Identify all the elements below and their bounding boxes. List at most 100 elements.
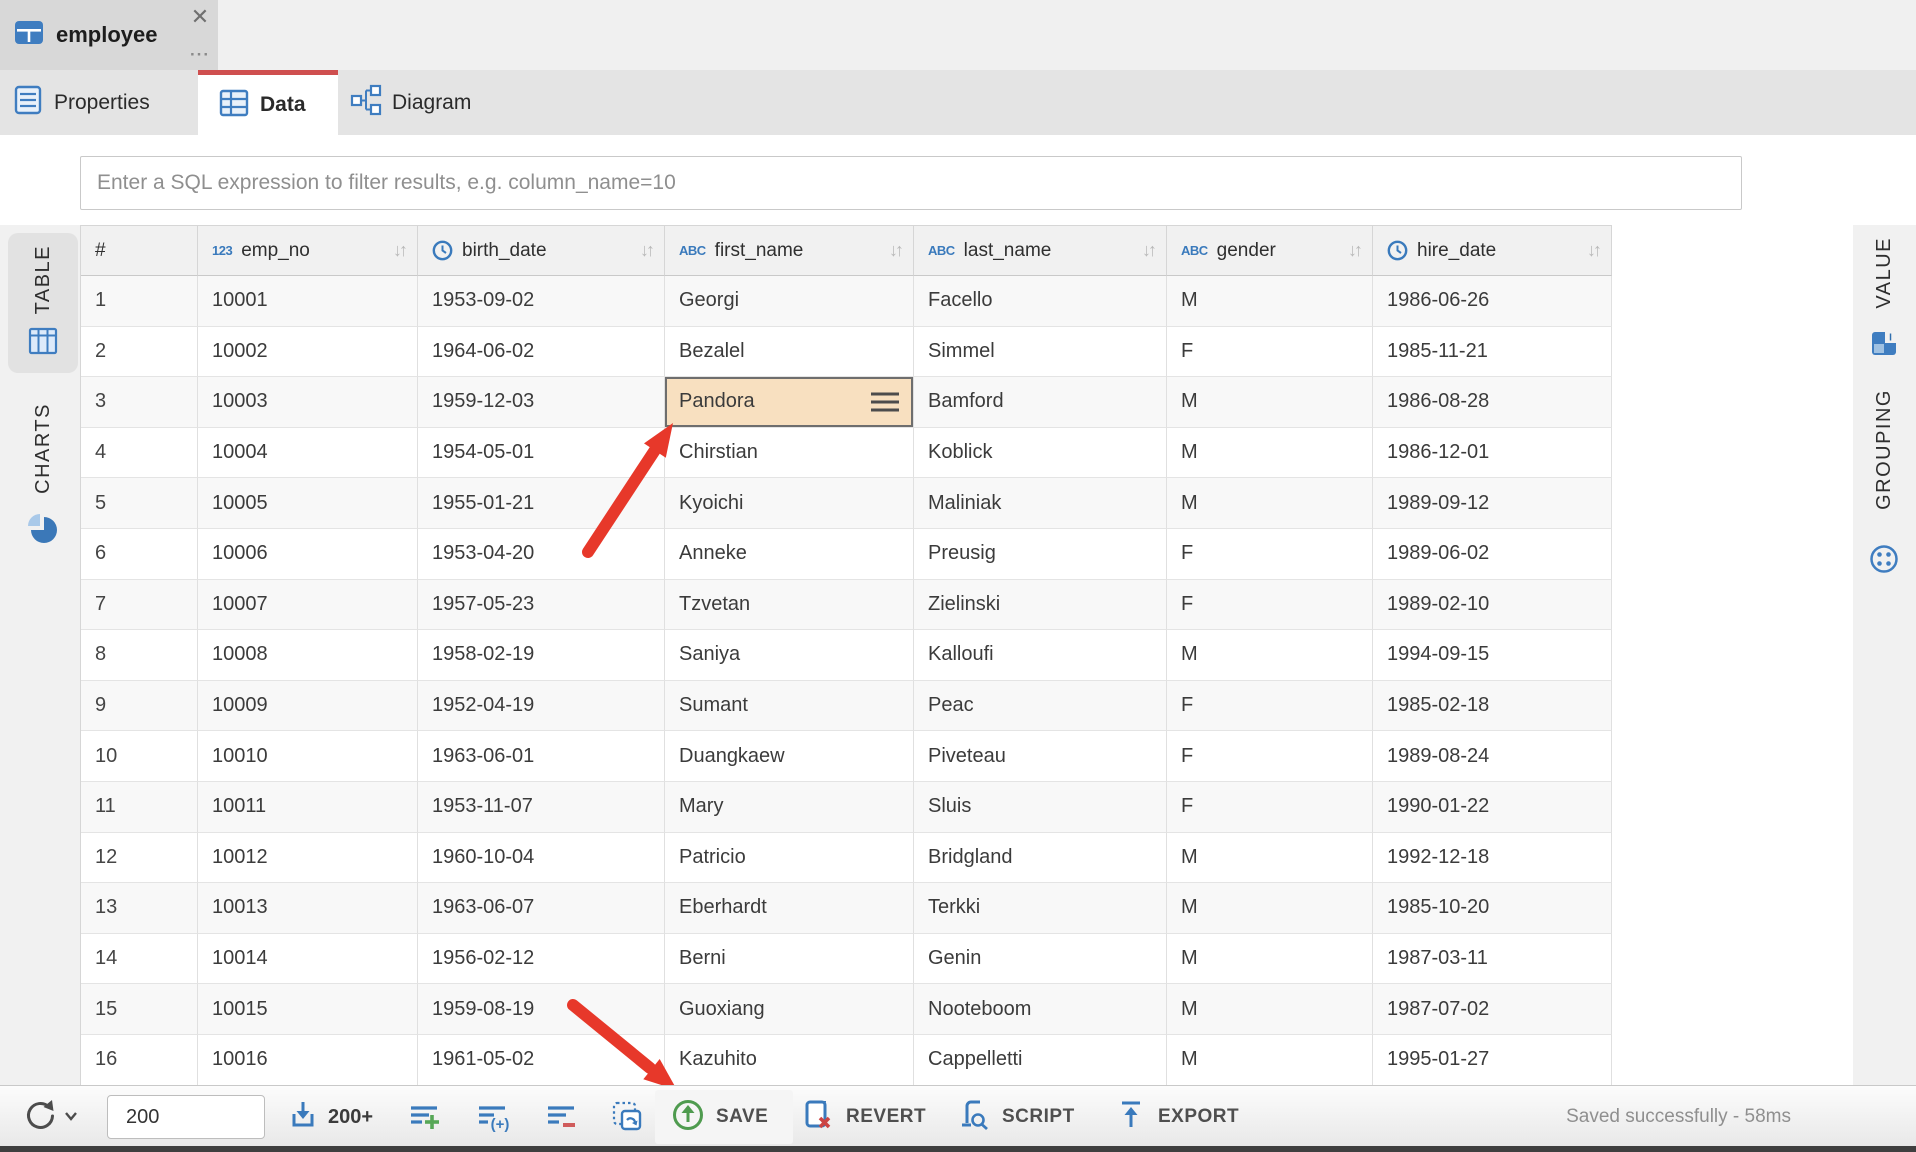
cell-gender[interactable]: M <box>1167 630 1373 681</box>
cell-birth_date[interactable]: 1960-10-04 <box>418 833 665 884</box>
cell-num[interactable]: 9 <box>81 681 198 732</box>
revert-button[interactable]: REVERT <box>800 1086 926 1148</box>
cell-num[interactable]: 1 <box>81 276 198 327</box>
sort-icon[interactable]: ↓↑ <box>1348 240 1360 261</box>
cell-first_name[interactable]: Patricio <box>665 833 914 884</box>
cell-last_name[interactable]: Zielinski <box>914 580 1167 631</box>
cell-gender[interactable]: M <box>1167 1035 1373 1086</box>
cell-emp_no[interactable]: 10007 <box>198 580 418 631</box>
cell-emp_no[interactable]: 10011 <box>198 782 418 833</box>
cell-num[interactable]: 5 <box>81 478 198 529</box>
editor-tab-employee[interactable]: employee ✕ ··· <box>0 0 218 70</box>
sql-filter-input[interactable] <box>80 156 1742 210</box>
cell-num[interactable]: 14 <box>81 934 198 985</box>
cell-emp_no[interactable]: 10004 <box>198 428 418 479</box>
cell-last_name[interactable]: Simmel <box>914 327 1167 378</box>
sort-icon[interactable]: ↓↑ <box>393 240 405 261</box>
sort-icon[interactable]: ↓↑ <box>1587 240 1599 261</box>
column-header-birth_date[interactable]: birth_date↓↑ <box>418 226 665 276</box>
cell-emp_no[interactable]: 10015 <box>198 984 418 1035</box>
tab-properties[interactable]: Properties <box>12 70 150 135</box>
cell-gender[interactable]: F <box>1167 529 1373 580</box>
cell-hire_date[interactable]: 1989-02-10 <box>1373 580 1612 631</box>
cell-gender[interactable]: M <box>1167 428 1373 479</box>
cell-birth_date[interactable]: 1957-05-23 <box>418 580 665 631</box>
cell-birth_date[interactable]: 1963-06-07 <box>418 883 665 934</box>
cell-num[interactable]: 10 <box>81 731 198 782</box>
cell-emp_no[interactable]: 10016 <box>198 1035 418 1086</box>
refresh-dropdown-chevron-icon[interactable] <box>64 1108 78 1126</box>
cell-num[interactable]: 4 <box>81 428 198 479</box>
cell-gender[interactable]: M <box>1167 276 1373 327</box>
cell-emp_no[interactable]: 10005 <box>198 478 418 529</box>
cell-first_name[interactable]: Guoxiang <box>665 984 914 1035</box>
column-header-gender[interactable]: ABCgender↓↑ <box>1167 226 1373 276</box>
cell-hire_date[interactable]: 1985-02-18 <box>1373 681 1612 732</box>
cell-last_name[interactable]: Maliniak <box>914 478 1167 529</box>
cell-gender[interactable]: F <box>1167 580 1373 631</box>
cell-birth_date[interactable]: 1952-04-19 <box>418 681 665 732</box>
cell-num[interactable]: 15 <box>81 984 198 1035</box>
add-row-button[interactable] <box>408 1086 442 1148</box>
cell-first_name[interactable]: Tzvetan <box>665 580 914 631</box>
cell-last_name[interactable]: Terkki <box>914 883 1167 934</box>
cell-gender[interactable]: M <box>1167 883 1373 934</box>
cell-last_name[interactable]: Piveteau <box>914 731 1167 782</box>
cell-emp_no[interactable]: 10010 <box>198 731 418 782</box>
cell-birth_date[interactable]: 1959-08-19 <box>418 984 665 1035</box>
cell-birth_date[interactable]: 1956-02-12 <box>418 934 665 985</box>
cell-num[interactable]: 7 <box>81 580 198 631</box>
cell-last_name[interactable]: Preusig <box>914 529 1167 580</box>
tab-data[interactable]: Data <box>198 70 338 135</box>
cell-num[interactable]: 12 <box>81 833 198 884</box>
cell-first_name[interactable]: Mary <box>665 782 914 833</box>
cell-hire_date[interactable]: 1990-01-22 <box>1373 782 1612 833</box>
save-button[interactable]: SAVE <box>670 1086 768 1148</box>
script-button[interactable]: SCRIPT <box>956 1086 1075 1148</box>
cell-last_name[interactable]: Bridgland <box>914 833 1167 884</box>
sort-icon[interactable]: ↓↑ <box>1142 240 1154 261</box>
cell-emp_no[interactable]: 10009 <box>198 681 418 732</box>
cell-emp_no[interactable]: 10001 <box>198 276 418 327</box>
cell-first_name[interactable]: Kyoichi <box>665 478 914 529</box>
cell-emp_no[interactable]: 10002 <box>198 327 418 378</box>
cell-last_name[interactable]: Peac <box>914 681 1167 732</box>
presentation-tab-table[interactable]: TABLE <box>8 233 78 373</box>
refresh-button[interactable] <box>22 1086 78 1148</box>
panel-tab-grouping[interactable]: GROUPING <box>1855 385 1913 585</box>
cell-birth_date[interactable]: 1964-06-02 <box>418 327 665 378</box>
cell-birth_date[interactable]: 1953-09-02 <box>418 276 665 327</box>
column-header-first_name[interactable]: ABCfirst_name↓↑ <box>665 226 914 276</box>
cell-emp_no[interactable]: 10012 <box>198 833 418 884</box>
cell-emp_no[interactable]: 10014 <box>198 934 418 985</box>
cell-gender[interactable]: M <box>1167 478 1373 529</box>
cell-emp_no[interactable]: 10003 <box>198 377 418 428</box>
cell-hire_date[interactable]: 1985-11-21 <box>1373 327 1612 378</box>
panel-tab-value[interactable]: VALUE I <box>1855 233 1913 368</box>
cell-num[interactable]: 16 <box>81 1035 198 1086</box>
cell-last_name[interactable]: Genin <box>914 934 1167 985</box>
delete-row-button[interactable] <box>545 1086 579 1148</box>
cell-first_name[interactable]: Eberhardt <box>665 883 914 934</box>
cell-menu-icon[interactable] <box>871 392 899 411</box>
cell-last_name[interactable]: Kalloufi <box>914 630 1167 681</box>
cell-num[interactable]: 6 <box>81 529 198 580</box>
copy-special-button[interactable] <box>610 1086 646 1148</box>
cell-hire_date[interactable]: 1986-08-28 <box>1373 377 1612 428</box>
cell-emp_no[interactable]: 10008 <box>198 630 418 681</box>
cell-birth_date[interactable]: 1958-02-19 <box>418 630 665 681</box>
cell-gender[interactable]: M <box>1167 934 1373 985</box>
export-button[interactable]: EXPORT <box>1114 1086 1239 1148</box>
cell-first_name[interactable]: Bezalel <box>665 327 914 378</box>
cell-hire_date[interactable]: 1987-03-11 <box>1373 934 1612 985</box>
column-header-hire_date[interactable]: hire_date↓↑ <box>1373 226 1612 276</box>
cell-gender[interactable]: M <box>1167 377 1373 428</box>
cell-gender[interactable]: M <box>1167 984 1373 1035</box>
cell-num[interactable]: 11 <box>81 782 198 833</box>
cell-gender[interactable]: F <box>1167 782 1373 833</box>
fetch-size-input[interactable] <box>107 1095 265 1139</box>
cell-hire_date[interactable]: 1986-06-26 <box>1373 276 1612 327</box>
tab-overflow-icon[interactable]: ··· <box>190 50 210 60</box>
tab-diagram[interactable]: Diagram <box>350 70 471 135</box>
cell-last_name[interactable]: Koblick <box>914 428 1167 479</box>
